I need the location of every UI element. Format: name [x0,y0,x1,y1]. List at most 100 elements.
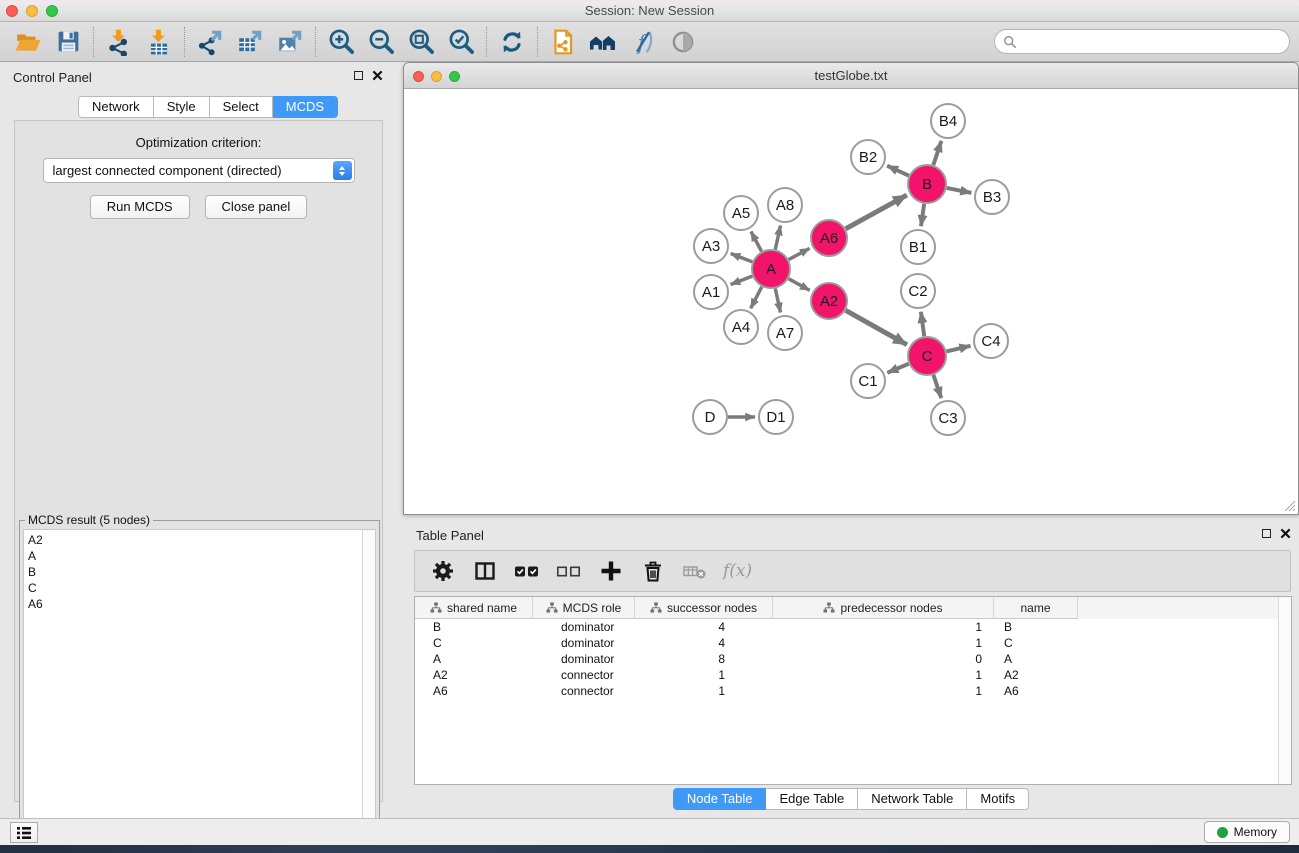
function-builder-button[interactable]: f(x) [723,561,752,581]
run-mcds-button[interactable]: Run MCDS [90,195,190,219]
split-columns-button[interactable] [471,558,499,584]
tab-network-table[interactable]: Network Table [858,788,967,810]
toggle-graphics-details-icon: f [629,28,657,56]
browser-home-icon [588,28,618,56]
delete-column-button[interactable] [639,558,667,584]
float-panel-icon[interactable] [354,71,363,80]
cell-MCDS-role: dominator [533,651,635,667]
search-input[interactable] [1022,32,1289,52]
graph-node-label-B1: B1 [909,239,927,256]
criterion-select[interactable]: largest connected component (directed) [43,158,355,183]
close-table-panel-icon[interactable] [1280,528,1291,539]
refresh-button[interactable] [492,25,532,59]
close-panel-icon[interactable] [372,70,383,81]
close-panel-button[interactable]: Close panel [205,195,308,219]
cell-predecessor-nodes: 1 [773,635,994,651]
float-table-panel-icon[interactable] [1262,529,1271,538]
cell-MCDS-role: dominator [533,635,635,651]
show-hide-button[interactable] [663,25,703,59]
table-row-B[interactable]: Bdominator41B [415,619,1278,635]
graph-edge-A-A6[interactable] [789,248,810,259]
cell-MCDS-role: dominator [533,619,635,635]
graph-edge-A-A4[interactable] [751,287,762,309]
graph-node-label-D: D [705,409,716,426]
graph-edge-A-A2[interactable] [789,279,810,291]
graph-edge-B-B2[interactable] [887,166,909,176]
tab-node-table[interactable]: Node Table [673,788,767,810]
column-header-name[interactable]: name [994,597,1078,619]
tab-select[interactable]: Select [210,96,273,118]
add-column-button[interactable] [597,558,625,584]
mcds-result-item[interactable]: B [28,564,362,580]
network-window-titlebar: testGlobe.txt [404,63,1298,89]
graph-edge-B-B4[interactable] [933,141,941,165]
graph-edge-B-B1[interactable] [921,204,924,226]
table-panel-tabs: Node Table Edge Table Network Table Moti… [673,788,1029,810]
graph-edge-A-A5[interactable] [751,232,762,252]
import-network-button[interactable] [99,25,139,59]
memory-button[interactable]: Memory [1204,821,1290,843]
browser-home-button[interactable] [583,25,623,59]
optimization-criterion-label: Optimization criterion: [15,135,382,150]
mcds-result-item[interactable]: A6 [28,596,362,612]
mcds-list-scrollbar[interactable] [362,530,375,849]
table-settings-button[interactable] [429,558,457,584]
deselect-all-button[interactable] [555,558,583,584]
cell-successor-nodes: 4 [635,635,773,651]
network-document-button[interactable] [543,25,583,59]
tab-network[interactable]: Network [78,96,154,118]
column-header-MCDS-role[interactable]: MCDS role [533,597,635,619]
clear-table-button[interactable] [681,558,709,584]
table-row-A6[interactable]: A6connector11A6 [415,683,1278,699]
tab-mcds[interactable]: MCDS [273,96,338,118]
zoom-selected-icon [447,27,476,56]
graph-edge-A-A3[interactable] [731,254,753,262]
graph-edge-A-A1[interactable] [731,276,753,284]
cell-name: B [994,619,1078,635]
graph-edge-B-B3[interactable] [947,188,972,193]
graph-edge-A6-B[interactable] [846,195,907,229]
zoom-in-icon [327,27,356,56]
graph-edge-C-C4[interactable] [946,346,970,352]
save-session-button[interactable] [48,25,88,59]
graph-edge-A-A8[interactable] [775,226,780,250]
column-header-shared-name[interactable]: shared name [415,597,533,619]
node-table-scrollbar[interactable] [1278,597,1291,784]
control-panel-tabs: Network Style Select MCDS [78,96,338,118]
graph-edge-C-C2[interactable] [921,312,924,336]
tab-style[interactable]: Style [154,96,210,118]
task-history-button[interactable] [10,822,38,843]
mcds-result-item[interactable]: A2 [28,532,362,548]
column-header-predecessor-nodes[interactable]: predecessor nodes [773,597,994,619]
graph-node-label-A3: A3 [702,238,720,255]
resize-grip-icon[interactable] [1282,498,1296,512]
zoom-in-button[interactable] [321,25,361,59]
zoom-fit-button[interactable] [401,25,441,59]
export-image-button[interactable] [270,25,310,59]
graph-edge-A-A7[interactable] [775,289,780,313]
column-header-successor-nodes[interactable]: successor nodes [635,597,773,619]
toggle-graphics-details-button[interactable]: f [623,25,663,59]
import-table-button[interactable] [139,25,179,59]
export-table-button[interactable] [230,25,270,59]
graph-edge-A2-C[interactable] [846,310,907,344]
network-canvas[interactable]: B4B2BB3A8A5A6A3B1AC2A1A2A4A7C4CC1C3DD1 [404,89,1298,514]
graph-edge-C-C3[interactable] [933,375,941,398]
zoom-out-button[interactable] [361,25,401,59]
graph-node-label-C2: C2 [908,283,927,300]
mcds-result-item[interactable]: A [28,548,362,564]
status-bar: Memory [0,818,1299,845]
select-all-button[interactable] [513,558,541,584]
table-row-A2[interactable]: A2connector11A2 [415,667,1278,683]
zoom-selected-button[interactable] [441,25,481,59]
network-graph[interactable]: B4B2BB3A8A5A6A3B1AC2A1A2A4A7C4CC1C3DD1 [404,89,1298,514]
tab-motifs[interactable]: Motifs [967,788,1029,810]
tab-edge-table[interactable]: Edge Table [766,788,858,810]
table-row-A[interactable]: Adominator80A [415,651,1278,667]
table-row-C[interactable]: Cdominator41C [415,635,1278,651]
mcds-result-item[interactable]: C [28,580,362,596]
open-session-button[interactable] [8,25,48,59]
toolbar-separator [93,27,94,57]
export-network-button[interactable] [190,25,230,59]
graph-edge-C-C1[interactable] [887,364,908,373]
